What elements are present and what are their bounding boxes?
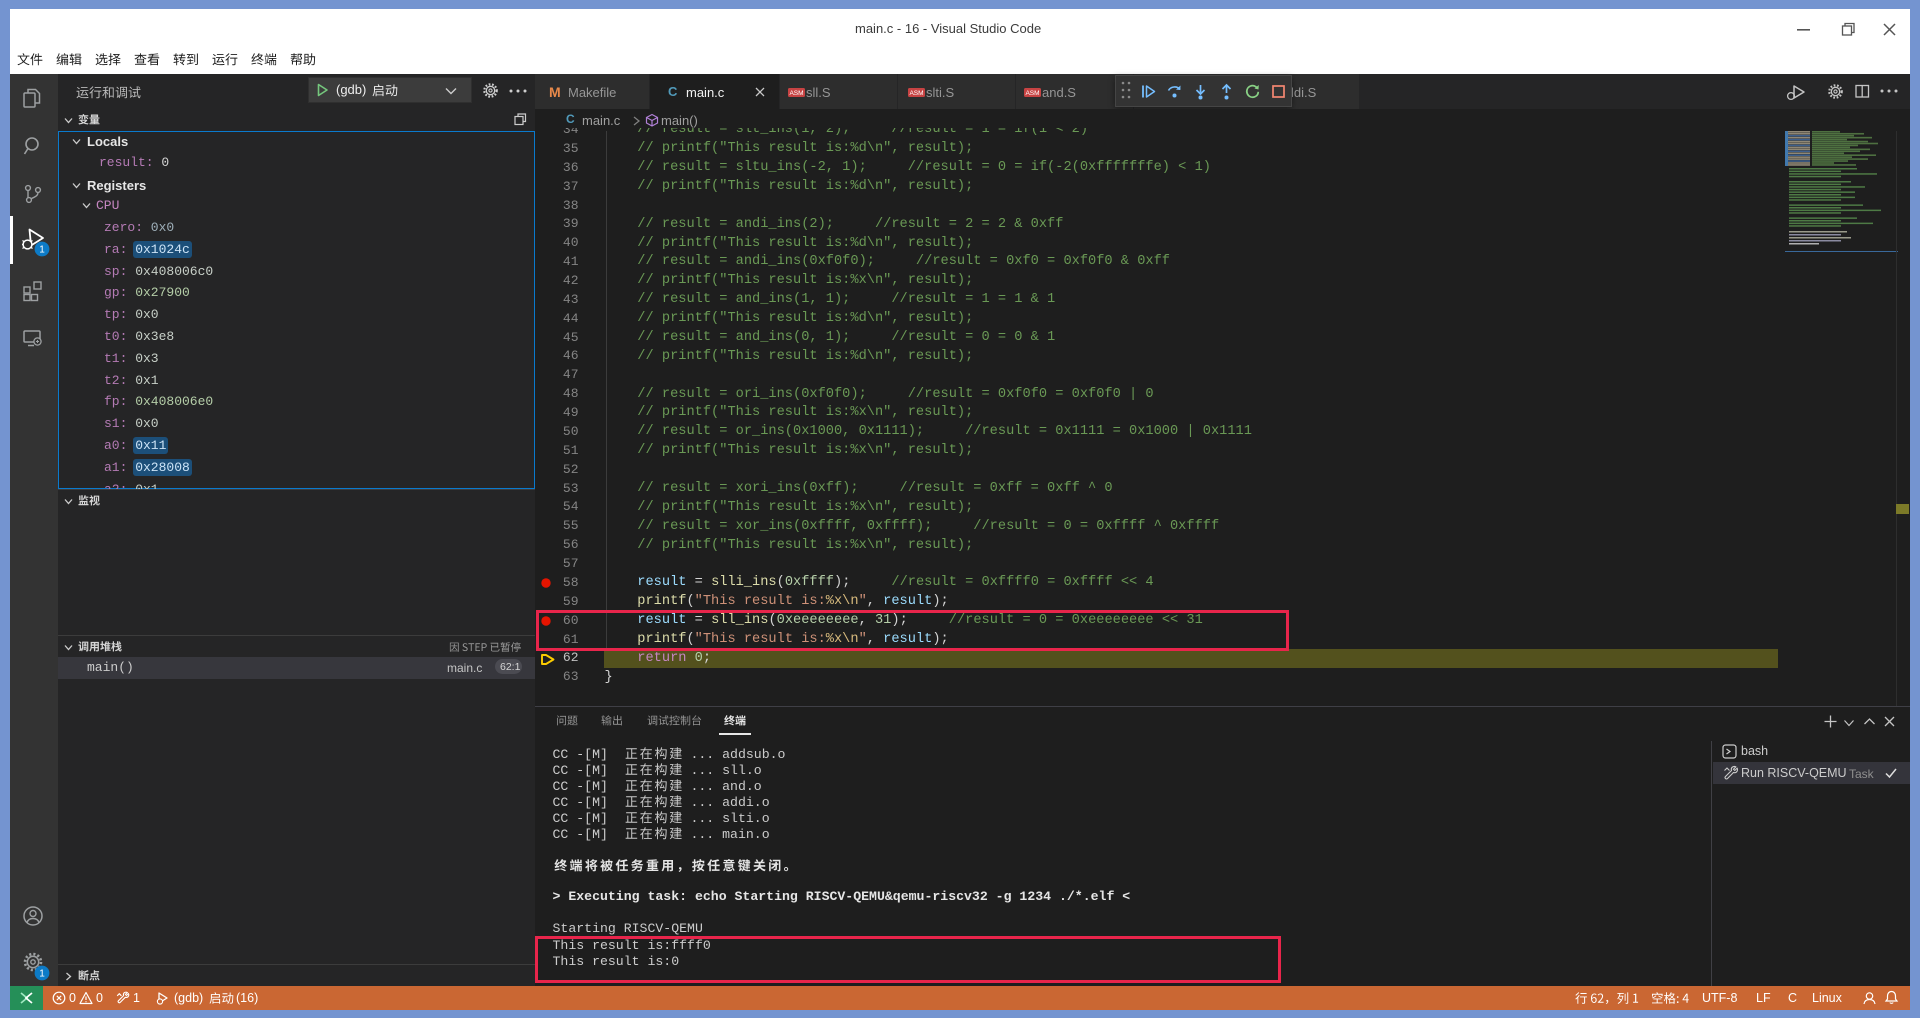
svg-text:1: 1 xyxy=(39,245,45,256)
svg-text:ASM: ASM xyxy=(1025,90,1039,97)
svg-text:1: 1 xyxy=(39,969,45,980)
svg-text:ASM: ASM xyxy=(909,90,923,97)
svg-text:ASM: ASM xyxy=(789,90,803,97)
